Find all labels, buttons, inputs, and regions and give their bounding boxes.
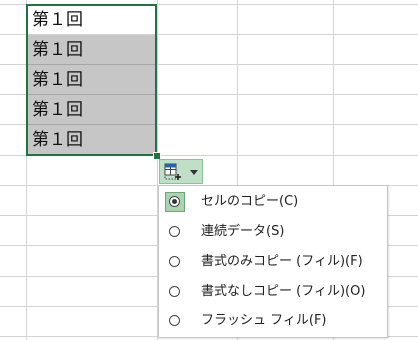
autofill-options-menu: セルのコピー(C) 連続データ(S) 書式のみコピー (フィル)(F) 書式なし… xyxy=(158,185,388,338)
menu-item-label: フラッシュ フィル(F) xyxy=(201,313,327,328)
radio-highlight xyxy=(165,192,185,212)
menu-item-fill-without-formatting[interactable]: 書式なしコピー (フィル)(O) xyxy=(161,278,385,306)
radio-icon xyxy=(169,256,180,267)
radio-dot xyxy=(172,199,177,204)
radio-selected-icon xyxy=(169,196,180,207)
menu-item-label: 書式なしコピー (フィル)(O) xyxy=(201,284,366,299)
radio-icon xyxy=(169,315,180,326)
radio-icon xyxy=(169,226,180,237)
menu-item-fill-formatting-only[interactable]: 書式のみコピー (フィル)(F) xyxy=(161,248,385,276)
autofill-options-icon xyxy=(164,163,181,180)
menu-item-label: 連続データ(S) xyxy=(201,224,285,239)
menu-item-fill-series[interactable]: 連続データ(S) xyxy=(161,218,385,246)
menu-item-copy-cells[interactable]: セルのコピー(C) xyxy=(161,188,385,216)
radio-container xyxy=(165,222,185,242)
radio-container xyxy=(165,252,185,272)
menu-item-label: セルのコピー(C) xyxy=(201,194,299,209)
radio-icon xyxy=(169,286,180,297)
radio-container xyxy=(165,311,185,331)
menu-item-label: 書式のみコピー (フィル)(F) xyxy=(201,254,363,269)
selection-border xyxy=(26,4,157,156)
autofill-options-button[interactable] xyxy=(159,159,203,184)
caret-down-icon xyxy=(190,170,198,175)
menu-item-flash-fill[interactable]: フラッシュ フィル(F) xyxy=(161,307,385,335)
radio-container xyxy=(165,282,185,302)
